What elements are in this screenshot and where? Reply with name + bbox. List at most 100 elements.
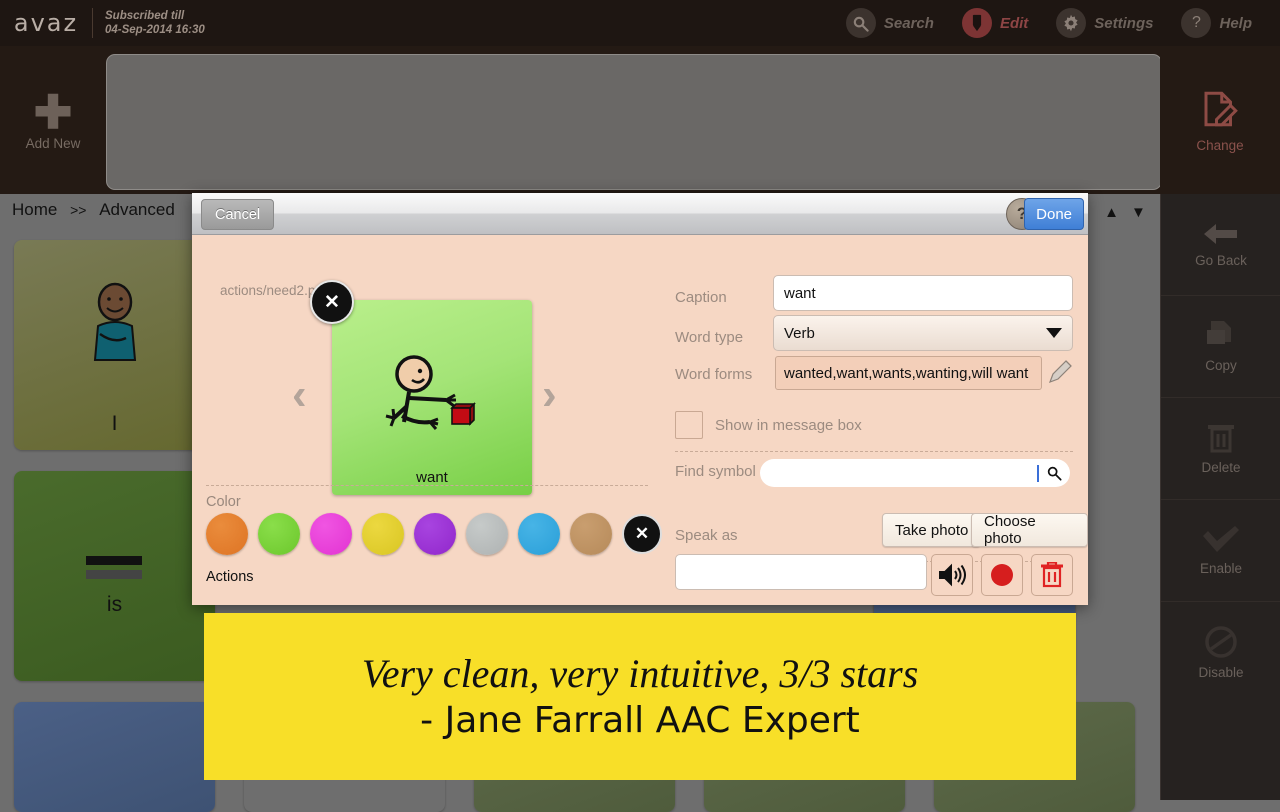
show-in-message-box-row[interactable]: Show in message box bbox=[675, 411, 862, 439]
color-swatch-blue[interactable] bbox=[518, 513, 560, 555]
color-swatch-list: ✕ bbox=[206, 513, 662, 555]
record-icon bbox=[991, 564, 1013, 586]
sidebar-item-enable[interactable]: Enable bbox=[1161, 500, 1280, 602]
help-button[interactable]: ? Help bbox=[1167, 8, 1266, 38]
copy-icon bbox=[1207, 321, 1231, 344]
subscription-info: Subscribed till 04-Sep-2014 16:30 bbox=[105, 9, 205, 37]
color-swatch-magenta[interactable] bbox=[310, 513, 352, 555]
delete-recording-button[interactable] bbox=[1031, 554, 1073, 596]
board-tile-caption: I bbox=[111, 412, 118, 435]
word-type-select[interactable]: Verb bbox=[773, 315, 1073, 351]
edit-document-icon bbox=[1204, 91, 1238, 126]
divider bbox=[206, 485, 648, 486]
chevron-left-icon[interactable]: ‹ bbox=[292, 373, 307, 417]
find-symbol-input[interactable] bbox=[760, 459, 1070, 487]
show-in-message-box-label: Show in message box bbox=[715, 416, 862, 434]
edit-symbol-dialog: Cancel ? Done actions/need2.png ‹ › ✕ wa… bbox=[192, 193, 1088, 605]
board-tile-i[interactable]: I bbox=[14, 240, 215, 450]
sidebar-label: Go Back bbox=[1195, 253, 1247, 268]
search-label: Search bbox=[883, 14, 934, 32]
trash-icon bbox=[1041, 562, 1063, 588]
arrow-left-icon bbox=[1204, 224, 1237, 244]
sidebar-item-go-back[interactable]: Go Back bbox=[1161, 194, 1280, 296]
top-bar-actions: Search Edit Settings ? Help bbox=[832, 8, 1280, 38]
sidebar-item-disable[interactable]: Disable bbox=[1161, 602, 1280, 703]
close-icon[interactable]: ✕ bbox=[310, 280, 354, 324]
sidebar-item-copy[interactable]: Copy bbox=[1161, 296, 1280, 398]
color-swatch-yellow[interactable] bbox=[362, 513, 404, 555]
board-tile-caption: is bbox=[106, 593, 123, 616]
choose-photo-button[interactable]: Choose photo bbox=[971, 513, 1088, 547]
divider bbox=[675, 451, 1073, 452]
actions-label: Actions bbox=[206, 569, 254, 585]
pencil-icon bbox=[961, 8, 992, 38]
sidebar-label: Delete bbox=[1201, 460, 1241, 475]
change-button[interactable]: Change bbox=[1160, 46, 1280, 194]
sidebar-label: Copy bbox=[1205, 358, 1237, 373]
add-new-button[interactable]: ✚ Add New bbox=[0, 52, 106, 192]
check-icon bbox=[1203, 526, 1239, 552]
take-photo-button[interactable]: Take photo bbox=[882, 513, 982, 547]
line-glyph-2 bbox=[86, 570, 142, 579]
word-type-label: Word type bbox=[675, 329, 744, 346]
want-symbol-icon bbox=[385, 355, 476, 430]
cancel-button[interactable]: Cancel bbox=[201, 199, 275, 230]
record-button[interactable] bbox=[981, 554, 1023, 596]
symbol-preview-card[interactable]: ✕ want bbox=[310, 280, 532, 495]
caption-input[interactable]: want bbox=[773, 275, 1073, 311]
chevron-down-icon bbox=[1046, 328, 1062, 338]
speak-as-label: Speak as bbox=[675, 527, 738, 544]
dialog-header: Cancel ? Done bbox=[192, 193, 1088, 235]
breadcrumb-separator: >> bbox=[70, 202, 87, 218]
done-button[interactable]: Done bbox=[1024, 198, 1084, 230]
search-button[interactable]: Search bbox=[832, 8, 948, 38]
speak-as-input[interactable] bbox=[675, 554, 927, 590]
subscription-label: Subscribed till bbox=[105, 10, 185, 22]
speak-button[interactable] bbox=[931, 554, 973, 596]
text-cursor bbox=[1037, 464, 1039, 482]
edit-button[interactable]: Edit bbox=[948, 8, 1042, 38]
dialog-body: actions/need2.png ‹ › ✕ want Color ✕ Act… bbox=[192, 235, 1088, 605]
breadcrumb-home[interactable]: Home bbox=[12, 200, 57, 219]
color-swatch-gray[interactable] bbox=[466, 513, 508, 555]
testimonial-author: - Jane Farrall AAC Expert bbox=[420, 699, 860, 741]
chevron-right-icon[interactable]: › bbox=[542, 373, 557, 417]
search-icon bbox=[1047, 466, 1062, 481]
board-tile-is[interactable]: is bbox=[14, 471, 215, 681]
gear-icon bbox=[1056, 8, 1087, 38]
right-sidebar: Go Back Copy Delete Enable Disable bbox=[1160, 194, 1280, 800]
top-bar: avaz Subscribed till 04-Sep-2014 16:30 S… bbox=[0, 0, 1280, 47]
color-swatch-orange[interactable] bbox=[206, 513, 248, 555]
trash-icon bbox=[1208, 425, 1234, 453]
color-swatch-tan[interactable] bbox=[570, 513, 612, 555]
caption-row: Caption bbox=[675, 289, 775, 306]
clear-color-button[interactable]: ✕ bbox=[622, 514, 662, 554]
person-symbol-icon bbox=[93, 282, 137, 361]
triangle-down-icon[interactable]: ▼ bbox=[1131, 204, 1146, 221]
testimonial-quote: Very clean, very intuitive, 3/3 stars bbox=[361, 650, 919, 696]
divider bbox=[92, 8, 93, 38]
color-swatch-green[interactable] bbox=[258, 513, 300, 555]
symbol-caption: want bbox=[416, 469, 448, 486]
board-tile-blue[interactable] bbox=[14, 702, 215, 812]
search-icon bbox=[845, 8, 876, 38]
block-icon bbox=[1205, 626, 1237, 658]
show-in-message-box-checkbox[interactable] bbox=[675, 411, 703, 439]
color-label: Color bbox=[206, 494, 241, 510]
sidebar-label: Disable bbox=[1198, 665, 1244, 680]
sidebar-item-delete[interactable]: Delete bbox=[1161, 398, 1280, 500]
settings-label: Settings bbox=[1094, 14, 1154, 32]
question-icon: ? bbox=[1181, 8, 1212, 38]
message-box[interactable] bbox=[106, 54, 1162, 190]
settings-button[interactable]: Settings bbox=[1042, 8, 1167, 38]
app-logo: avaz bbox=[13, 9, 79, 37]
change-label: Change bbox=[1196, 137, 1244, 153]
color-swatch-purple[interactable] bbox=[414, 513, 456, 555]
sidebar-label: Enable bbox=[1199, 561, 1243, 576]
pencil-icon[interactable] bbox=[1047, 359, 1073, 385]
app-root: avaz Subscribed till 04-Sep-2014 16:30 S… bbox=[0, 0, 1280, 812]
word-forms-input[interactable]: wanted,want,wants,wanting,will want bbox=[775, 356, 1042, 390]
edit-label: Edit bbox=[999, 14, 1029, 32]
triangle-up-icon[interactable]: ▲ bbox=[1104, 204, 1119, 221]
word-forms-row: Word forms bbox=[675, 366, 775, 383]
